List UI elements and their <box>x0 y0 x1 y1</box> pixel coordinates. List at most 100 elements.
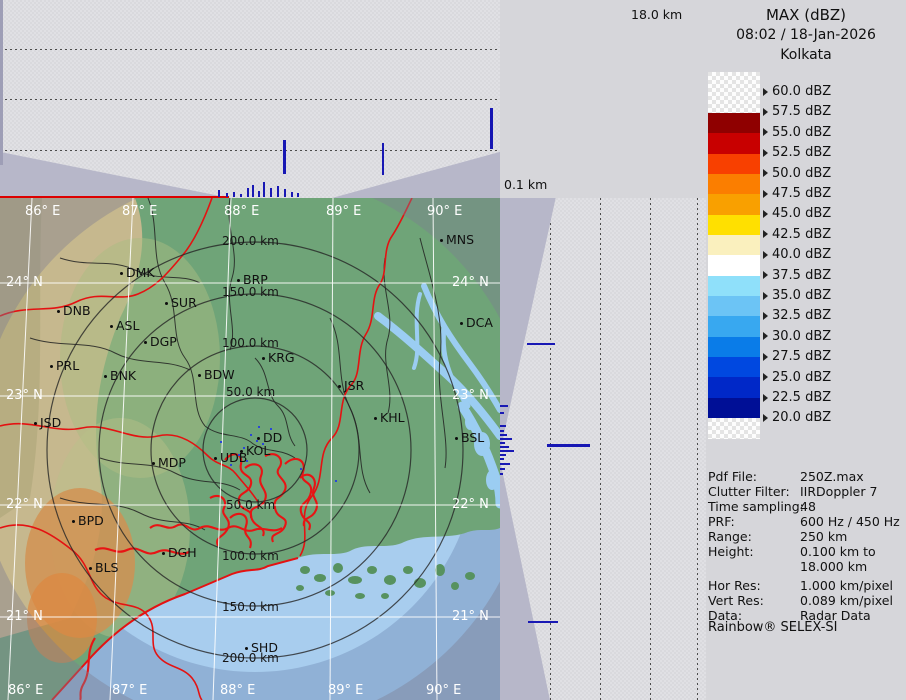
legend-level: 22.5 dBZ <box>763 390 831 405</box>
info-label: PRF: <box>708 514 735 529</box>
range-ring-label: 150.0 km <box>222 601 279 614</box>
legend-band <box>708 154 760 174</box>
level-marker-icon <box>763 332 768 340</box>
legend-level-label: 27.5 dBZ <box>772 349 831 364</box>
min-height-label: 0.1 km <box>504 177 547 192</box>
station-label: SHD <box>251 642 278 654</box>
radar-echo-dot <box>220 441 222 443</box>
level-marker-icon <box>763 271 768 279</box>
echo-tick <box>277 186 279 197</box>
level-marker-icon <box>763 190 768 198</box>
station-dot <box>374 417 377 420</box>
level-marker-icon <box>763 312 768 320</box>
echo-tick <box>500 425 506 427</box>
height-gridline <box>0 49 500 50</box>
station-dot <box>152 462 155 465</box>
station-dot <box>198 374 201 377</box>
height-gridline <box>650 198 651 700</box>
longitude-label: 88° E <box>224 205 259 218</box>
echo-tick <box>297 193 299 197</box>
legend-level-label: 52.5 dBZ <box>772 145 831 160</box>
longitude-label: 90° E <box>427 205 462 218</box>
echo-tick <box>270 188 272 197</box>
echo-tick <box>500 405 508 407</box>
station-label: DGP <box>150 336 177 348</box>
legend-level: 40.0 dBZ <box>763 247 831 262</box>
station-label: DMK <box>126 267 155 279</box>
legend-level-label: 60.0 dBZ <box>772 84 831 99</box>
level-marker-icon <box>763 149 768 157</box>
echo-tick <box>500 463 510 465</box>
echo-tick <box>500 454 506 456</box>
longitude-label: 89° E <box>328 684 363 697</box>
radar-echo-dot <box>262 443 264 445</box>
info-value: 0.100 km to <box>800 544 876 559</box>
radar-echo-dot <box>300 468 302 470</box>
station-dot <box>104 375 107 378</box>
height-gridline <box>550 198 551 700</box>
legend-level-label: 20.0 dBZ <box>772 410 831 425</box>
station-label: BRP <box>243 274 268 286</box>
legend-level: 45.0 dBZ <box>763 206 831 221</box>
radar-echo-dot <box>335 480 337 482</box>
legend-band <box>708 113 760 133</box>
station-dot <box>338 385 341 388</box>
legend-level-label: 37.5 dBZ <box>772 268 831 283</box>
longitude-label: 90° E <box>426 684 461 697</box>
right-height-profile-panel <box>500 198 706 700</box>
longitude-label: 87° E <box>112 684 147 697</box>
echo-tick <box>500 438 512 440</box>
station-label: SUR <box>171 297 197 309</box>
level-marker-icon <box>763 230 768 238</box>
level-marker-icon <box>763 128 768 136</box>
info-label: Range: <box>708 529 752 544</box>
legend-level: 55.0 dBZ <box>763 125 831 140</box>
top-height-profile-panel <box>0 0 500 198</box>
height-gridline <box>697 198 698 700</box>
level-marker-icon <box>763 373 768 381</box>
radar-echo-dot <box>238 454 240 456</box>
max-height-label: 18.0 km <box>631 7 682 22</box>
station-dot <box>455 437 458 440</box>
echo-tick <box>226 193 228 197</box>
echo-tick <box>258 191 260 197</box>
longitude-label: 86° E <box>8 684 43 697</box>
legend-band <box>708 377 760 397</box>
legend-band-below-min <box>708 418 760 439</box>
legend-band <box>708 276 760 296</box>
radar-echo-dot <box>270 428 272 430</box>
echo-height-bar <box>283 140 286 174</box>
legend-band <box>708 255 760 275</box>
echo-tick <box>500 473 503 475</box>
legend-level: 25.0 dBZ <box>763 370 831 385</box>
echo-height-dash <box>547 444 590 447</box>
echo-tick <box>500 458 504 460</box>
legend-band <box>708 357 760 377</box>
product-title: MAX (dBZ) <box>706 6 906 24</box>
info-label: Vert Res: <box>708 593 764 608</box>
legend-band <box>708 174 760 194</box>
legend-level-label: 40.0 dBZ <box>772 247 831 262</box>
echo-tick <box>252 185 254 197</box>
legend-level-label: 25.0 dBZ <box>772 370 831 385</box>
echo-tick <box>240 194 242 197</box>
station-label: MNS <box>446 234 474 246</box>
radar-echo-dot <box>250 434 252 436</box>
latitude-label: 22° N <box>6 498 43 511</box>
legend-level: 52.5 dBZ <box>763 145 831 160</box>
longitude-label: 89° E <box>326 205 361 218</box>
echo-tick <box>263 182 265 197</box>
legend-level-label: 45.0 dBZ <box>772 206 831 221</box>
beam-blind-zone-left <box>0 150 230 198</box>
station-label: BPD <box>78 515 104 527</box>
longitude-label: 87° E <box>122 205 157 218</box>
radar-map-viewport[interactable]: 86° E87° E88° E89° E90° E86° E87° E88° E… <box>0 198 500 700</box>
legend-level: 42.5 dBZ <box>763 227 831 242</box>
station-label: BLS <box>95 562 118 574</box>
echo-tick <box>500 412 504 414</box>
radar-application-window: { "header": { "product": "MAX (dBZ)", "d… <box>0 0 906 700</box>
longitude-label: 86° E <box>25 205 60 218</box>
info-value: 600 Hz / 450 Hz <box>800 514 900 529</box>
station-dot <box>110 325 113 328</box>
range-ring-label: 50.0 km <box>226 499 275 512</box>
